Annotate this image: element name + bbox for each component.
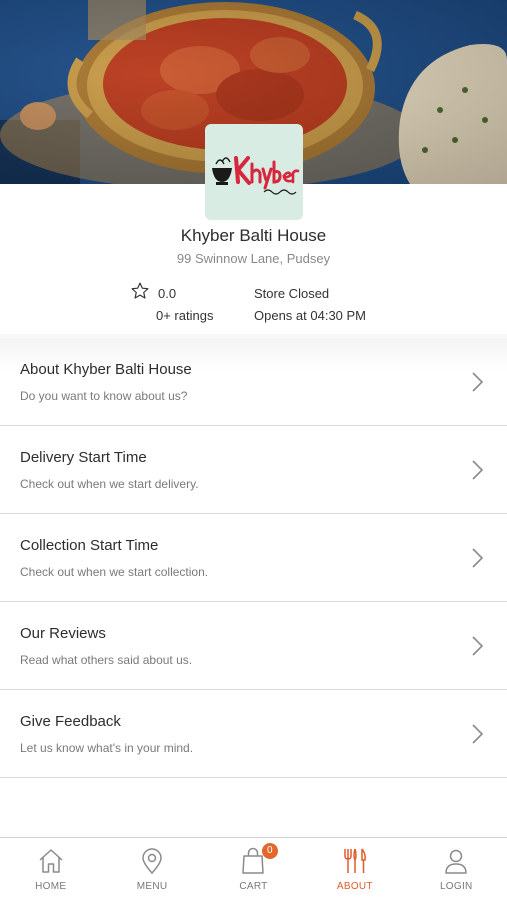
info-list: About Khyber Balti House Do you want to … xyxy=(0,338,507,778)
khyber-logo-image xyxy=(212,156,300,195)
restaurant-address: 99 Swinnow Lane, Pudsey xyxy=(176,251,331,266)
fork-knife-icon xyxy=(344,848,366,873)
nav-menu[interactable]: MENU xyxy=(101,838,202,900)
nav-about-label: ABOUT xyxy=(336,881,373,892)
rating-count: 0+ ratings xyxy=(156,308,214,323)
chevron-right-icon xyxy=(472,724,484,744)
cart-count-badge: 0 xyxy=(261,843,278,859)
collection-time-row-title: Collection Start Time xyxy=(20,537,159,554)
nav-menu-label: MENU xyxy=(136,881,168,892)
chevron-right-icon xyxy=(472,636,484,656)
about-row-title: About Khyber Balti House xyxy=(20,361,192,378)
reviews-row[interactable]: Our Reviews Read what others said about … xyxy=(0,602,507,690)
reviews-row-subtitle: Read what others said about us. xyxy=(20,653,193,667)
location-pin-icon xyxy=(142,848,162,875)
delivery-time-row-subtitle: Check out when we start delivery. xyxy=(20,477,199,491)
restaurant-name: Khyber Balti House xyxy=(180,226,327,245)
delivery-time-row[interactable]: Delivery Start Time Check out when we st… xyxy=(0,426,507,514)
collection-time-row[interactable]: Collection Start Time Check out when we … xyxy=(0,514,507,602)
nav-cart[interactable]: 0 CART xyxy=(203,838,304,900)
opening-time: Opens at 04:30 PM xyxy=(254,308,367,323)
restaurant-logo xyxy=(205,124,303,220)
star-outline-icon xyxy=(131,282,149,299)
nav-cart-label: CART xyxy=(239,881,268,892)
chevron-right-icon xyxy=(472,372,484,392)
feedback-row[interactable]: Give Feedback Let us know what's in your… xyxy=(0,690,507,778)
nav-login[interactable]: LOGIN xyxy=(406,838,507,900)
collection-time-row-subtitle: Check out when we start collection. xyxy=(20,565,209,579)
about-row-subtitle: Do you want to know about us? xyxy=(20,389,188,403)
chevron-right-icon xyxy=(472,548,484,568)
nav-about[interactable]: ABOUT xyxy=(304,838,405,900)
rating-value: 0.0 xyxy=(158,286,177,301)
nav-home-label: HOME xyxy=(35,881,67,892)
user-icon xyxy=(445,849,467,874)
home-icon xyxy=(39,849,63,873)
delivery-time-row-title: Delivery Start Time xyxy=(20,449,147,466)
bottom-nav: HOME MENU 0 CART ABOUT LOGIN xyxy=(0,837,507,900)
store-status: Store Closed xyxy=(254,286,330,301)
feedback-row-subtitle: Let us know what's in your mind. xyxy=(20,741,194,755)
feedback-row-title: Give Feedback xyxy=(20,713,121,730)
chevron-right-icon xyxy=(472,460,484,480)
about-row[interactable]: About Khyber Balti House Do you want to … xyxy=(0,338,507,426)
reviews-row-title: Our Reviews xyxy=(20,625,106,642)
nav-home[interactable]: HOME xyxy=(0,838,101,900)
nav-login-label: LOGIN xyxy=(439,881,473,892)
